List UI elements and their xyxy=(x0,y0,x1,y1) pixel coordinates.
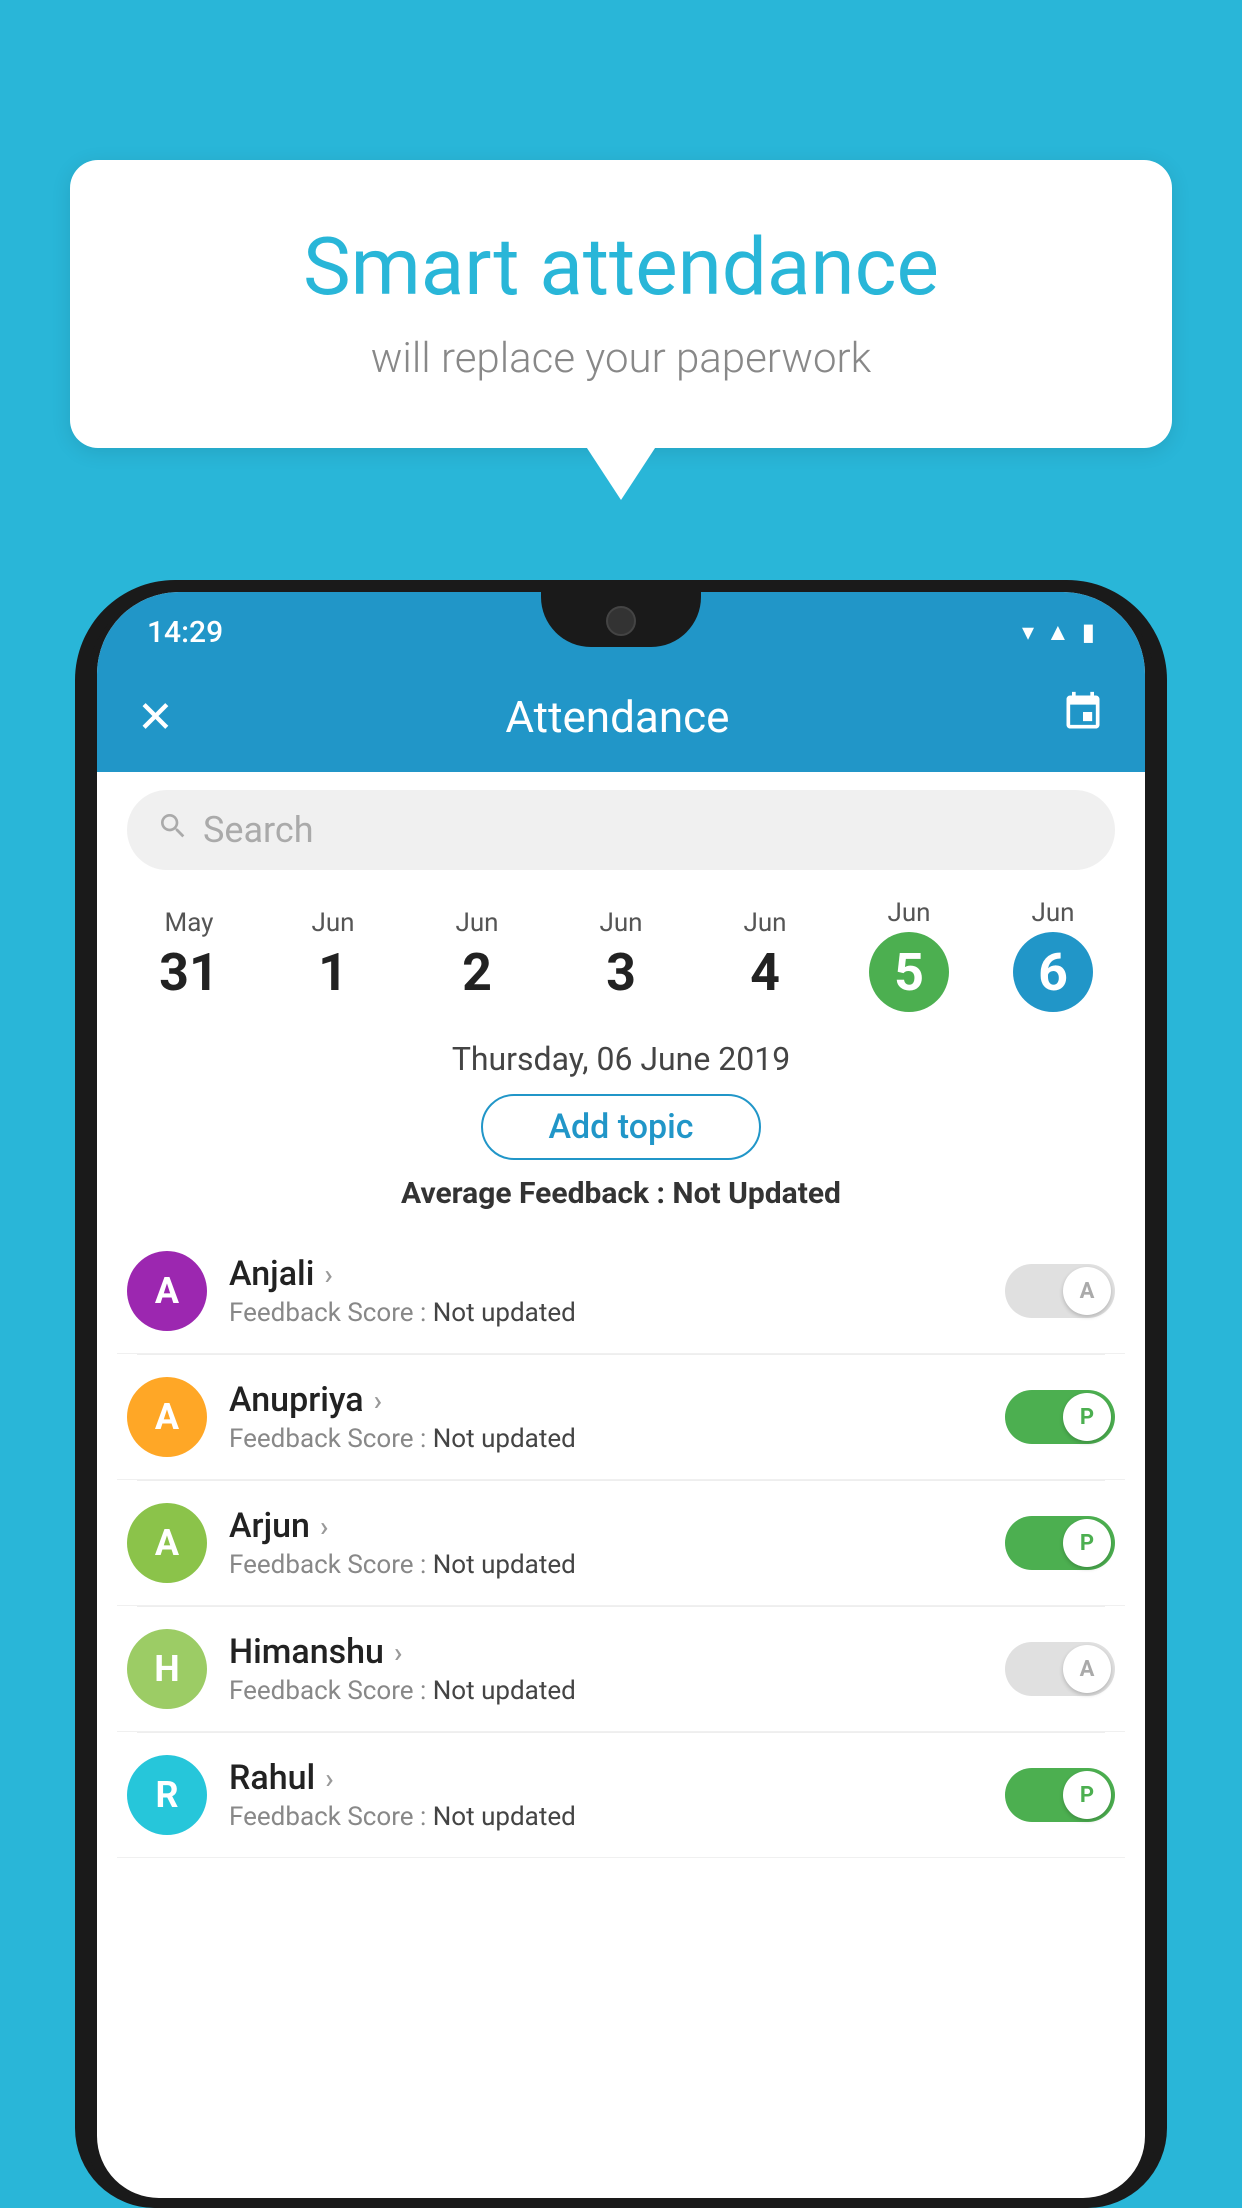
student-item[interactable]: A Arjun› Feedback Score : Not updated P xyxy=(117,1481,1125,1606)
battery-icon: ▮ xyxy=(1082,618,1095,646)
phone-frame: 14:29 ▾ ▲ ▮ ✕ Attendance xyxy=(75,580,1167,2208)
phone-screen: 14:29 ▾ ▲ ▮ ✕ Attendance xyxy=(97,592,1145,2198)
date-strip: May31Jun1Jun2Jun3Jun4Jun5Jun6 xyxy=(97,888,1145,1022)
chevron-right-icon: › xyxy=(374,1384,382,1417)
student-item[interactable]: H Himanshu› Feedback Score : Not updated A xyxy=(117,1607,1125,1732)
student-item[interactable]: A Anupriya› Feedback Score : Not updated P xyxy=(117,1355,1125,1480)
avg-feedback-value: Not Updated xyxy=(672,1176,841,1211)
student-item[interactable]: R Rahul› Feedback Score : Not updated P xyxy=(117,1733,1125,1858)
avg-feedback-label: Average Feedback : xyxy=(401,1176,672,1211)
phone-inner: 14:29 ▾ ▲ ▮ ✕ Attendance xyxy=(87,592,1155,2208)
search-icon xyxy=(157,809,189,851)
wifi-icon: ▾ xyxy=(1022,618,1034,646)
search-placeholder: Search xyxy=(203,809,314,851)
attendance-toggle[interactable]: A xyxy=(1005,1264,1115,1318)
add-topic-label: Add topic xyxy=(548,1107,693,1147)
student-avatar: R xyxy=(127,1755,207,1835)
date-item[interactable]: Jun4 xyxy=(693,898,837,1013)
date-item[interactable]: Jun2 xyxy=(405,898,549,1013)
student-name: Rahul› xyxy=(229,1758,983,1798)
toggle-knob: A xyxy=(1063,1267,1111,1315)
attendance-toggle[interactable]: P xyxy=(1005,1390,1115,1444)
chevron-right-icon: › xyxy=(324,1258,332,1291)
speech-subtitle: will replace your paperwork xyxy=(150,334,1092,383)
student-avatar: A xyxy=(127,1251,207,1331)
student-feedback: Feedback Score : Not updated xyxy=(229,1802,983,1832)
date-item[interactable]: May31 xyxy=(117,898,261,1013)
toggle-knob: P xyxy=(1063,1393,1111,1441)
calendar-icon[interactable] xyxy=(1061,690,1105,744)
selected-date: Thursday, 06 June 2019 xyxy=(97,1040,1145,1078)
status-time: 14:29 xyxy=(147,615,223,650)
attendance-toggle[interactable]: P xyxy=(1005,1768,1115,1822)
student-avatar: A xyxy=(127,1377,207,1457)
student-name: Himanshu› xyxy=(229,1632,983,1672)
speech-title: Smart attendance xyxy=(150,220,1092,314)
toggle-knob: P xyxy=(1063,1771,1111,1819)
toggle-knob: P xyxy=(1063,1519,1111,1567)
attendance-toggle[interactable]: P xyxy=(1005,1516,1115,1570)
add-topic-button[interactable]: Add topic xyxy=(481,1094,761,1160)
student-info: Arjun› Feedback Score : Not updated xyxy=(229,1506,983,1580)
speech-bubble-container: Smart attendance will replace your paper… xyxy=(70,160,1172,448)
student-avatar: A xyxy=(127,1503,207,1583)
app-header: ✕ Attendance xyxy=(97,662,1145,772)
student-list: AAnjali›Feedback Score : Not updatedAAAn… xyxy=(97,1229,1145,1858)
student-name: Anjali› xyxy=(229,1254,983,1294)
toggle-off[interactable]: A xyxy=(1005,1264,1115,1318)
attendance-toggle[interactable]: A xyxy=(1005,1642,1115,1696)
speech-bubble: Smart attendance will replace your paper… xyxy=(70,160,1172,448)
date-item[interactable]: Jun3 xyxy=(549,898,693,1013)
toggle-on[interactable]: P xyxy=(1005,1516,1115,1570)
student-name: Anupriya› xyxy=(229,1380,983,1420)
chevron-right-icon: › xyxy=(320,1510,328,1543)
toggle-on[interactable]: P xyxy=(1005,1768,1115,1822)
chevron-right-icon: › xyxy=(325,1762,333,1795)
search-bar[interactable]: Search xyxy=(127,790,1115,870)
student-feedback: Feedback Score : Not updated xyxy=(229,1676,983,1706)
student-feedback: Feedback Score : Not updated xyxy=(229,1298,983,1328)
student-feedback: Feedback Score : Not updated xyxy=(229,1424,983,1454)
date-item[interactable]: Jun5 xyxy=(837,888,981,1022)
student-info: Anupriya› Feedback Score : Not updated xyxy=(229,1380,983,1454)
date-item[interactable]: Jun1 xyxy=(261,898,405,1013)
toggle-on[interactable]: P xyxy=(1005,1390,1115,1444)
toggle-off[interactable]: A xyxy=(1005,1642,1115,1696)
avg-feedback: Average Feedback : Not Updated xyxy=(97,1176,1145,1211)
student-item[interactable]: A Anjali› Feedback Score : Not updated A xyxy=(117,1229,1125,1354)
signal-icon: ▲ xyxy=(1046,618,1070,647)
header-title: Attendance xyxy=(505,691,729,743)
status-icons: ▾ ▲ ▮ xyxy=(1022,618,1095,647)
close-button[interactable]: ✕ xyxy=(137,691,174,743)
student-info: Anjali› Feedback Score : Not updated xyxy=(229,1254,983,1328)
student-info: Rahul› Feedback Score : Not updated xyxy=(229,1758,983,1832)
toggle-knob: A xyxy=(1063,1645,1111,1693)
student-feedback: Feedback Score : Not updated xyxy=(229,1550,983,1580)
camera xyxy=(606,606,636,636)
student-info: Himanshu› Feedback Score : Not updated xyxy=(229,1632,983,1706)
student-avatar: H xyxy=(127,1629,207,1709)
phone-notch xyxy=(541,592,701,647)
chevron-right-icon: › xyxy=(394,1636,402,1669)
student-name: Arjun› xyxy=(229,1506,983,1546)
date-item[interactable]: Jun6 xyxy=(981,888,1125,1022)
